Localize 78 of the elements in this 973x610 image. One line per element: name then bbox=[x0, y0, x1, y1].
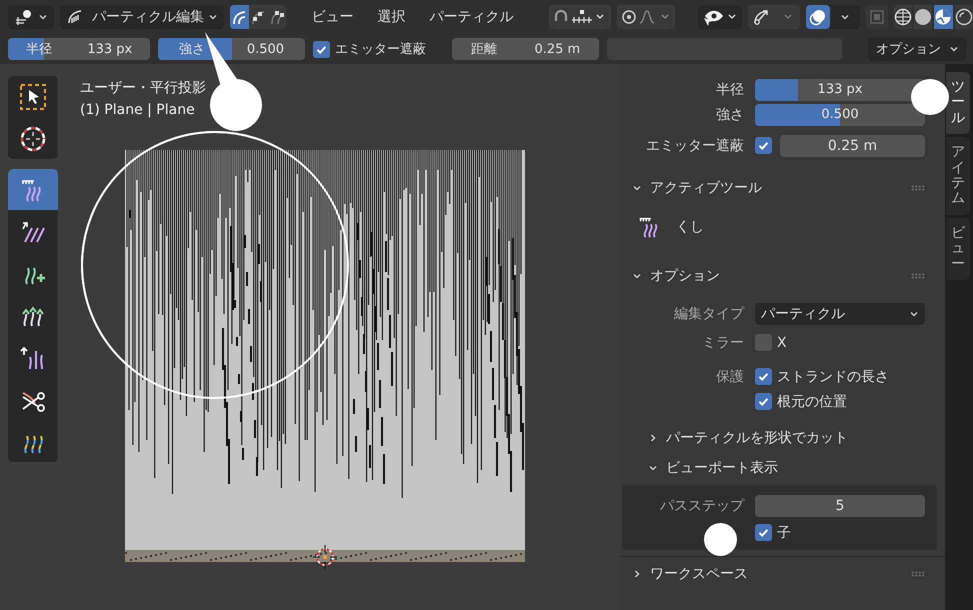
shading-mode-button[interactable] bbox=[914, 5, 932, 29]
subpanel-header[interactable]: パーティクルを形状でカット bbox=[620, 425, 945, 451]
distance-field[interactable]: 距離 0.25 m bbox=[452, 38, 599, 60]
checkbox[interactable] bbox=[755, 524, 772, 541]
checkbox[interactable] bbox=[755, 393, 772, 410]
drag-handle[interactable] bbox=[911, 273, 925, 279]
tool-name: くし bbox=[676, 218, 704, 236]
menu-item[interactable]: パーティクル bbox=[420, 8, 523, 26]
shading-mode-button[interactable] bbox=[934, 5, 953, 29]
sidebar-tab[interactable]: ビュー bbox=[946, 218, 970, 280]
chevron-down-icon bbox=[38, 12, 48, 22]
point-mode-icon bbox=[250, 9, 266, 25]
3d-cursor-icon bbox=[313, 545, 337, 569]
panel-header[interactable]: ワークスペース bbox=[620, 561, 945, 587]
overlay-circles-icon bbox=[808, 8, 827, 26]
checkbox-label: X bbox=[777, 334, 787, 350]
select-box-icon bbox=[18, 82, 48, 112]
checkbox[interactable] bbox=[313, 40, 330, 58]
checkbox[interactable] bbox=[755, 368, 772, 385]
panel-header[interactable]: アクティブツール bbox=[620, 175, 945, 201]
chevron-right-icon bbox=[632, 569, 642, 579]
drag-handle[interactable] bbox=[911, 571, 925, 577]
edit-type-dropdown[interactable]: パーティクル bbox=[755, 302, 925, 324]
check-icon bbox=[757, 526, 770, 539]
check-icon bbox=[757, 139, 770, 152]
chevron-down-icon bbox=[632, 271, 642, 281]
field-label: 半径 bbox=[715, 80, 744, 98]
strength-slider[interactable]: 強さ 0.500 bbox=[158, 38, 305, 60]
radius-slider[interactable]: 133 px bbox=[755, 78, 925, 100]
chevron-right-icon bbox=[648, 433, 658, 443]
chevron-down-icon bbox=[648, 463, 658, 473]
sidebar-tab[interactable]: アイテム bbox=[946, 137, 970, 215]
chevron-down-icon bbox=[840, 12, 850, 22]
options-dropdown[interactable]: オプション bbox=[868, 37, 967, 61]
checkbox[interactable] bbox=[755, 137, 772, 154]
field-label: エミッター遮蔽 bbox=[645, 136, 744, 154]
checkbox-label: 子 bbox=[777, 524, 791, 542]
chevron-down-icon bbox=[949, 44, 959, 54]
strength-slider[interactable]: 0.500 bbox=[755, 104, 925, 126]
snap-button[interactable] bbox=[548, 5, 611, 29]
comb-icon bbox=[66, 9, 84, 25]
field-label: ミラー bbox=[701, 334, 744, 352]
chevron-down-icon bbox=[208, 12, 218, 22]
shading-mode-button[interactable] bbox=[954, 5, 973, 29]
shading-mode-button[interactable] bbox=[894, 5, 912, 29]
check-icon bbox=[757, 395, 770, 408]
sidebar-tab[interactable]: ツール bbox=[946, 72, 970, 134]
axes-icon bbox=[14, 8, 34, 26]
checkbox-label: エミッター遮蔽 bbox=[335, 41, 426, 58]
menu-item[interactable]: 選択 bbox=[368, 8, 415, 26]
overlays-toggle[interactable] bbox=[806, 5, 830, 29]
menu-item[interactable]: ビュー bbox=[302, 8, 363, 26]
object-name: (1) Plane | Plane bbox=[80, 101, 195, 120]
subpanel-header[interactable]: ビューポート表示 bbox=[620, 455, 945, 481]
tip-mode-icon bbox=[268, 9, 285, 25]
editor-type-button[interactable] bbox=[8, 5, 54, 29]
select-mode-button[interactable] bbox=[230, 5, 249, 29]
panel-header[interactable]: オプション bbox=[620, 263, 945, 289]
field-label: 強さ bbox=[715, 106, 744, 124]
xray-icon bbox=[868, 9, 885, 25]
visibility-button[interactable] bbox=[698, 5, 742, 29]
distance-field[interactable]: 0.25 m bbox=[780, 134, 925, 156]
check-icon bbox=[757, 370, 770, 383]
chevron-down-icon bbox=[632, 183, 642, 193]
field-label: 保護 bbox=[715, 368, 744, 386]
drag-handle[interactable] bbox=[911, 185, 925, 191]
proportional-edit-button[interactable] bbox=[616, 5, 675, 29]
overlays-button[interactable] bbox=[806, 5, 860, 29]
checkbox-label: ストランドの長さ bbox=[777, 368, 889, 386]
field-label: パスステップ bbox=[659, 496, 744, 514]
path-steps-field[interactable]: 5 bbox=[755, 494, 925, 516]
checkbox[interactable] bbox=[755, 334, 772, 351]
field-label: 編集タイプ bbox=[673, 304, 744, 322]
checkbox-label: 根元の位置 bbox=[777, 392, 847, 410]
gizmo-button[interactable] bbox=[748, 5, 800, 29]
view-title: ユーザー・平行投影 bbox=[80, 79, 206, 98]
path-mode-icon bbox=[231, 9, 248, 25]
mode-dropdown[interactable]: パーティクル編集 bbox=[60, 5, 224, 29]
